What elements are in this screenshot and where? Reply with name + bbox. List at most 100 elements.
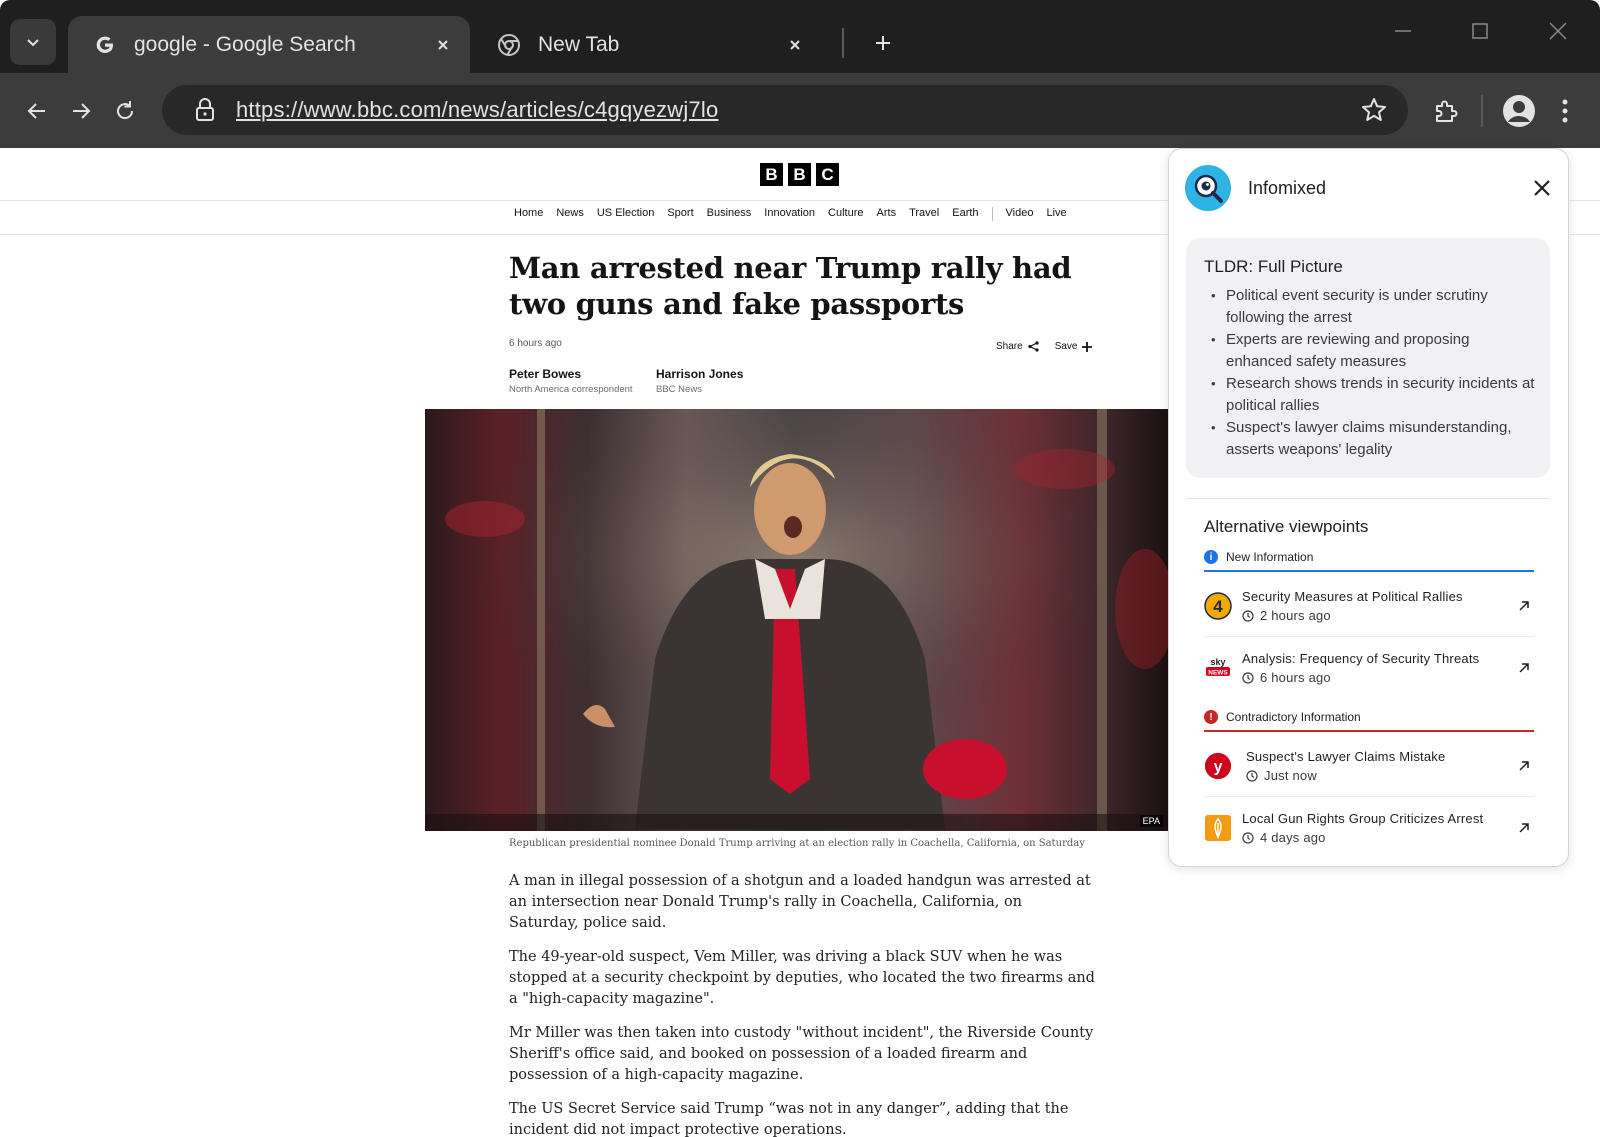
puzzle-piece-icon (1436, 100, 1458, 122)
bookmark-star-icon[interactable] (1358, 94, 1390, 126)
menu-button[interactable] (1544, 90, 1586, 132)
tab-new-tab[interactable]: New Tab (472, 16, 822, 73)
save-button[interactable]: Save (1055, 341, 1093, 352)
new-tab-button[interactable] (866, 26, 900, 60)
close-tab-icon[interactable] (430, 32, 456, 58)
info-icon: i (1204, 550, 1218, 564)
nav-divider (991, 207, 993, 221)
clock-icon (1242, 831, 1254, 844)
nav-item-us-election[interactable]: US Election (597, 207, 654, 221)
arrow-right-icon (73, 103, 91, 119)
panel-title: Infomixed (1248, 177, 1327, 198)
section-new-information: i New Information (1204, 546, 1534, 568)
time-text: 2 hours ago (1260, 608, 1331, 623)
viewpoint-item[interactable]: 4 Security Measures at Political Rallies… (1204, 577, 1534, 635)
article-body: A man in illegal possession of a shotgun… (509, 871, 1095, 1137)
back-button[interactable] (16, 90, 58, 132)
article-actions: Share Save (996, 341, 1093, 352)
nav-item-video[interactable]: Video (1006, 207, 1034, 221)
logo-letter: B (760, 163, 783, 186)
profile-button[interactable] (1498, 90, 1540, 132)
plus-icon (876, 36, 890, 50)
image-credit: EPA (1139, 815, 1163, 827)
maximize-button[interactable] (1460, 14, 1500, 48)
bbc-logo[interactable]: B B C (760, 163, 839, 186)
maximize-icon (1472, 23, 1488, 39)
nav-item-earth[interactable]: Earth (952, 207, 978, 221)
tab-strip: google - Google Search New Tab (0, 0, 1600, 73)
nav-item-news[interactable]: News (556, 207, 584, 221)
viewpoint-item[interactable]: y Suspect's Lawyer Claims Mistake Just n… (1204, 737, 1534, 795)
channel-4-icon: 4 (1204, 592, 1232, 620)
viewpoint-title: Security Measures at Political Rallies (1242, 589, 1463, 604)
close-window-button[interactable] (1538, 14, 1578, 48)
hero-photo (425, 409, 1169, 831)
article-headline: Man arrested near Trump rally had two gu… (509, 251, 1072, 321)
url-text[interactable]: https://www.bbc.com/news/articles/c4gqye… (236, 97, 1358, 123)
section-label: New Information (1226, 550, 1314, 564)
nav-item-live[interactable]: Live (1046, 207, 1066, 221)
minimize-button[interactable] (1383, 14, 1423, 48)
lock-icon[interactable] (192, 97, 218, 123)
open-external-icon[interactable] (1514, 658, 1534, 678)
share-button[interactable]: Share (996, 341, 1039, 352)
clock-icon (1242, 671, 1254, 684)
nav-item-business[interactable]: Business (707, 207, 752, 221)
article-hero-image: EPA (425, 409, 1169, 831)
viewpoint-item[interactable]: sky NEWS Analysis: Frequency of Security … (1204, 639, 1534, 697)
viewpoint-time: 4 days ago (1242, 830, 1514, 845)
section-underline (1204, 730, 1534, 732)
section-label: Contradictory Information (1226, 710, 1361, 724)
avatar-icon (1503, 95, 1535, 127)
forward-button[interactable] (60, 90, 102, 132)
viewpoint-title: Analysis: Frequency of Security Threats (1242, 651, 1480, 666)
viewpoint-title: Local Gun Rights Group Criticizes Arrest (1242, 811, 1484, 826)
viewpoint-time: 2 hours ago (1242, 608, 1514, 623)
chrome-icon (496, 32, 522, 58)
nav-item-sport[interactable]: Sport (667, 207, 693, 221)
viewpoint-text: Security Measures at Political Rallies 2… (1242, 589, 1514, 623)
tab-title: New Tab (538, 32, 620, 56)
tab-google-search[interactable]: google - Google Search (68, 16, 470, 73)
author-name[interactable]: Peter Bowes (509, 367, 633, 381)
row-divider (1204, 796, 1534, 797)
open-external-icon[interactable] (1514, 756, 1534, 776)
browser-toolbar: https://www.bbc.com/news/articles/c4gqye… (0, 73, 1600, 148)
infomixed-logo-icon (1185, 165, 1231, 211)
nav-item-innovation[interactable]: Innovation (764, 207, 815, 221)
open-external-icon[interactable] (1514, 818, 1534, 838)
address-bar[interactable]: https://www.bbc.com/news/articles/c4gqye… (162, 85, 1408, 135)
tldr-item: Suspect's lawyer claims misunderstanding… (1204, 417, 1538, 461)
close-tab-icon[interactable] (782, 32, 808, 58)
arrow-left-icon (27, 103, 45, 119)
viewpoint-time: Just now (1246, 768, 1514, 783)
viewpoint-item[interactable]: Local Gun Rights Group Criticizes Arrest… (1204, 799, 1534, 857)
panel-divider (1186, 498, 1550, 499)
sky-news-icon: sky NEWS (1204, 654, 1232, 682)
time-text: Just now (1264, 768, 1317, 783)
close-icon (1534, 180, 1550, 196)
open-external-icon[interactable] (1514, 596, 1534, 616)
nav-item-culture[interactable]: Culture (828, 207, 863, 221)
nav-item-arts[interactable]: Arts (877, 207, 897, 221)
article-timestamp: 6 hours ago (509, 338, 562, 349)
logo-letter: B (788, 163, 811, 186)
tab-search-button[interactable] (10, 19, 56, 65)
article-paragraph: Mr Miller was then taken into custody "w… (509, 1025, 1094, 1083)
tldr-card: TLDR: Full Picture Political event secur… (1186, 238, 1550, 478)
author-name[interactable]: Harrison Jones (656, 367, 743, 381)
viewpoint-text: Suspect's Lawyer Claims Mistake Just now (1246, 749, 1514, 783)
reload-button[interactable] (104, 90, 146, 132)
extensions-button[interactable] (1424, 90, 1466, 132)
nav-item-travel[interactable]: Travel (909, 207, 939, 221)
close-icon (1549, 22, 1567, 40)
svg-text:NEWS: NEWS (1208, 670, 1228, 677)
tldr-list: Political event security is under scruti… (1204, 285, 1538, 461)
article-paragraph: The 49-year-old suspect, Vem Miller, was… (509, 949, 1095, 1007)
viewpoint-text: Local Gun Rights Group Criticizes Arrest… (1242, 811, 1514, 845)
svg-text:y: y (1214, 759, 1223, 776)
nav-item-home[interactable]: Home (514, 207, 543, 221)
tldr-item: Research shows trends in security incide… (1204, 373, 1538, 417)
author-byline: Peter Bowes North America correspondent (509, 367, 633, 395)
close-panel-button[interactable] (1529, 175, 1555, 201)
